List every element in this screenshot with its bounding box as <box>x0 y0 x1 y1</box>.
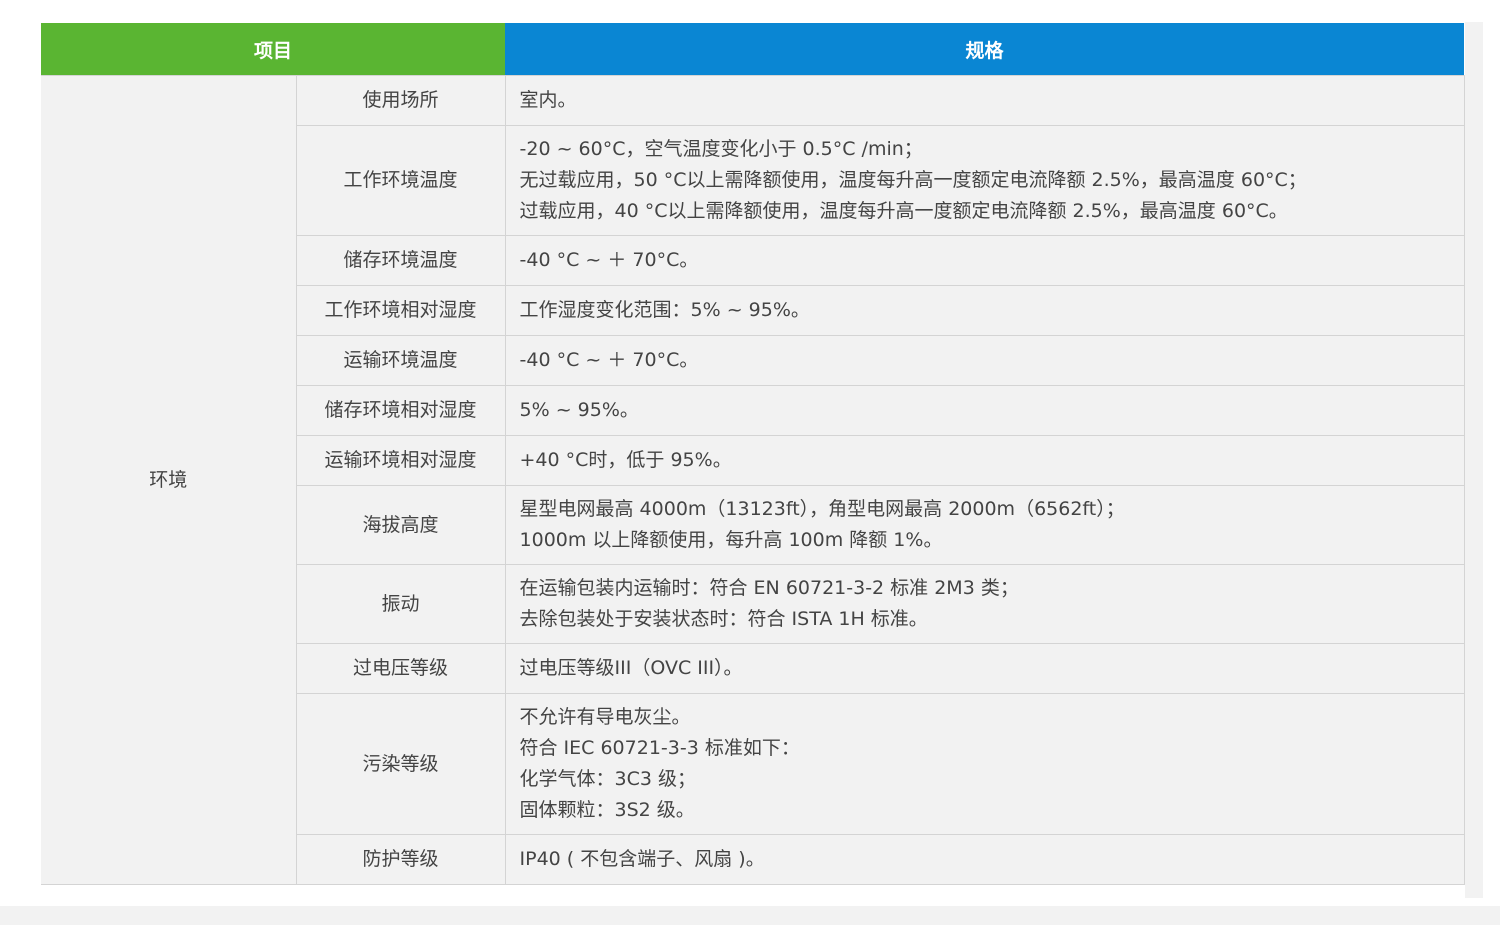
spec-line: +40 °C时，低于 95%。 <box>519 449 732 471</box>
spec-line: -40 °C ~ ＋ 70°C。 <box>519 349 699 371</box>
item-cell: 运输环境温度 <box>295 335 506 386</box>
item-cell: 防护等级 <box>295 834 506 885</box>
table-header-row: 项目 规格 <box>41 23 1465 76</box>
spec-line: 无过载应用，50 °C以上需降额使用，温度每升高一度额定电流降额 2.5%，最高… <box>519 169 1307 191</box>
table-row: 环境 使用场所 室内。 <box>41 75 1465 885</box>
item-cell: 储存环境相对湿度 <box>295 385 506 436</box>
item-cell: 运输环境相对湿度 <box>295 435 506 486</box>
item-cell: 振动 <box>295 564 506 644</box>
spec-cell: IP40 ( 不包含端子、风扇 )。 <box>504 834 1465 885</box>
item-cell: 海拔高度 <box>295 485 506 565</box>
spec-cell: -40 °C ~ ＋ 70°C。 <box>504 235 1465 286</box>
spec-line: 符合 IEC 60721-3-3 标准如下： <box>519 737 800 759</box>
spec-page: 项目 规格 环境 使用场所 室内。 工作环境温度 -20 ~ 60°C，空气温度变化小于… <box>0 0 1500 925</box>
spec-line: 1000m 以上降额使用，每升高 100m 降额 1%。 <box>519 529 943 551</box>
spec-cell: -20 ~ 60°C，空气温度变化小于 0.5°C /min； 无过载应用，50 … <box>504 125 1465 236</box>
spec-line: -40 °C ~ ＋ 70°C。 <box>519 249 699 271</box>
spec-line: 在运输包装内运输时：符合 EN 60721-3-2 标准 2M3 类； <box>519 577 1019 599</box>
item-cell: 工作环境温度 <box>295 125 506 236</box>
spec-line: 工作湿度变化范围：5% ~ 95%。 <box>519 299 810 321</box>
spec-line: -20 ~ 60°C，空气温度变化小于 0.5°C /min； <box>519 138 923 160</box>
page-bottom-strip <box>0 906 1500 925</box>
spec-line: 过电压等级III（OVC III）。 <box>519 657 743 679</box>
spec-cell: 过电压等级III（OVC III）。 <box>504 643 1465 694</box>
spec-line: 室内。 <box>519 89 577 111</box>
spec-cell: +40 °C时，低于 95%。 <box>504 435 1465 486</box>
spec-table: 项目 规格 环境 使用场所 室内。 工作环境温度 -20 ~ 60°C，空气温度变化小于… <box>41 23 1465 885</box>
spec-cell: 在运输包装内运输时：符合 EN 60721-3-2 标准 2M3 类； 去除包装处… <box>504 564 1465 644</box>
spec-line: 去除包装处于安装状态时：符合 ISTA 1H 标准。 <box>519 608 928 630</box>
header-item: 项目 <box>41 23 506 76</box>
spec-cell: 不允许有导电灰尘。符合 IEC 60721-3-3 标准如下： 化学气体：3C3 … <box>504 693 1465 835</box>
spec-line: 5% ~ 95%。 <box>519 399 639 421</box>
spec-cell: -40 °C ~ ＋ 70°C。 <box>504 335 1465 386</box>
item-cell: 污染等级 <box>295 693 506 835</box>
item-cell: 储存环境温度 <box>295 235 506 286</box>
spec-cell: 星型电网最高 4000m（13123ft），角型电网最高 2000m（6562f… <box>504 485 1465 565</box>
spec-line: 化学气体：3C3 级； <box>519 768 696 790</box>
spec-table-body: 环境 使用场所 室内。 工作环境温度 -20 ~ 60°C，空气温度变化小于 0.5°C… <box>41 75 1465 885</box>
spec-line: 不允许有导电灰尘。 <box>519 706 691 728</box>
item-cell: 使用场所 <box>295 75 506 126</box>
item-cell: 过电压等级 <box>295 643 506 694</box>
spec-line: 星型电网最高 4000m（13123ft），角型电网最高 2000m（6562f… <box>519 498 1125 520</box>
header-spec: 规格 <box>505 23 1465 76</box>
spec-line: 过载应用，40 °C以上需降额使用，温度每升高一度额定电流降额 2.5%，最高温… <box>519 200 1288 222</box>
spec-cell: 5% ~ 95%。 <box>504 385 1465 436</box>
spec-cell: 工作湿度变化范围：5% ~ 95%。 <box>504 285 1465 336</box>
page-side-strip <box>1465 22 1483 898</box>
spec-line: IP40 ( 不包含端子、风扇 )。 <box>519 848 765 870</box>
category-cell: 环境 <box>41 75 297 885</box>
spec-cell: 室内。 <box>504 75 1465 126</box>
item-cell: 工作环境相对湿度 <box>295 285 506 336</box>
spec-line: 固体颗粒：3S2 级。 <box>519 799 695 821</box>
